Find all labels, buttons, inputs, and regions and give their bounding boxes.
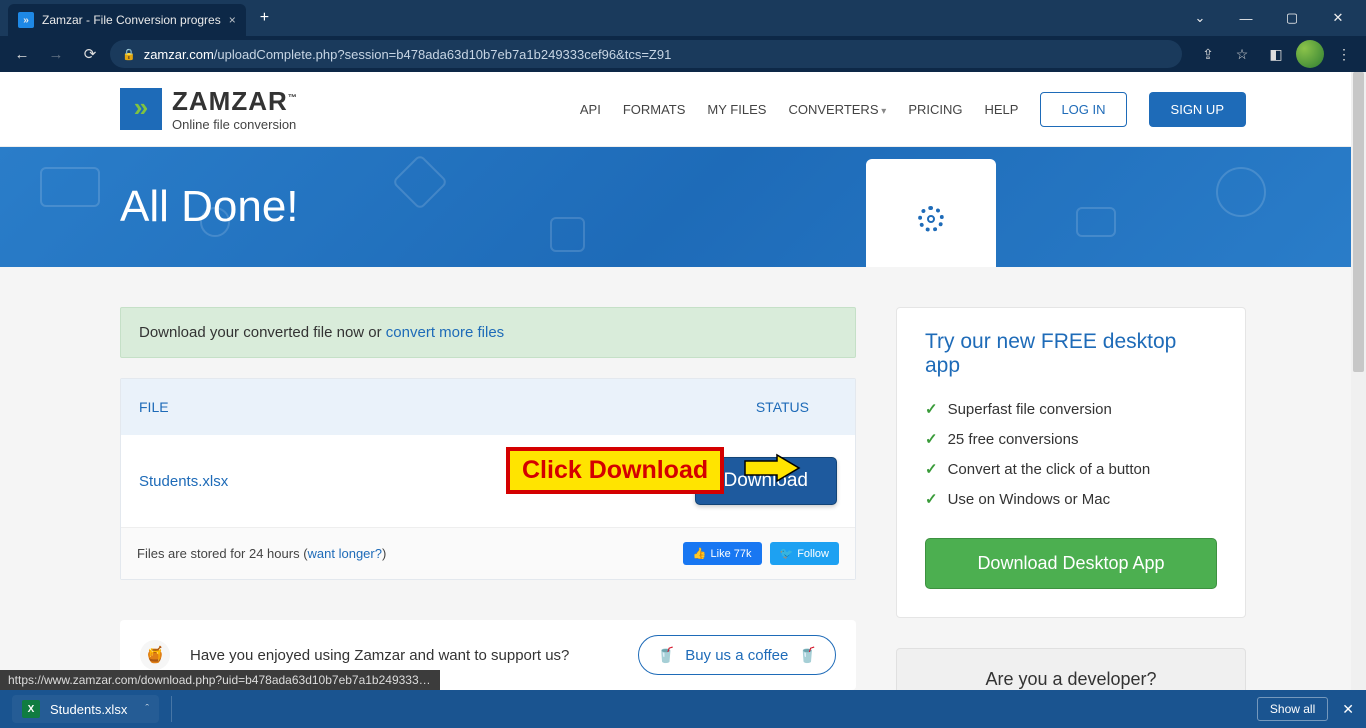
nav-myfiles[interactable]: MY FILES <box>707 102 766 117</box>
annotation-arrow-icon <box>743 453 801 483</box>
alert-link[interactable]: convert more files <box>386 324 504 341</box>
url-path: /uploadComplete.php?session=b478ada63d10… <box>214 47 672 62</box>
nav-formats[interactable]: FORMATS <box>623 102 686 117</box>
file-table: FILE STATUS Students.xlsx Download Click… <box>120 378 856 580</box>
nav-pricing[interactable]: PRICING <box>908 102 962 117</box>
gear-icon <box>918 206 944 232</box>
buy-coffee-button[interactable]: 🥤 Buy us a coffee 🥤 <box>638 635 837 675</box>
feature-item: Superfast file conversion <box>925 394 1217 424</box>
url-host: zamzar.com <box>144 47 214 62</box>
reload-button[interactable]: ⟳ <box>76 40 104 68</box>
url-field[interactable]: 🔒 zamzar.com/uploadComplete.php?session=… <box>110 40 1182 68</box>
hero-banner: All Done! <box>0 147 1366 267</box>
coffee-icon-left: 🥤 <box>657 646 676 664</box>
tab-close-icon[interactable]: × <box>229 13 236 27</box>
footer-link[interactable]: want longer? <box>308 546 382 561</box>
browser-addressbar: ← → ⟳ 🔒 zamzar.com/uploadComplete.php?se… <box>0 36 1366 72</box>
logo-mark-icon <box>120 88 162 130</box>
download-shelf: X Students.xlsx ˆ Show all ✕ <box>0 690 1366 728</box>
table-row: Students.xlsx Download Click Download <box>121 435 855 527</box>
site-header: ZAMZAR™ Online file conversion API FORMA… <box>0 72 1366 147</box>
scroll-thumb[interactable] <box>1353 72 1364 372</box>
footer-text: Files are stored for 24 hours ( <box>137 546 308 561</box>
alert-text: Download your converted file now or <box>139 324 386 341</box>
fb-like-button[interactable]: 👍 Like 77k <box>683 542 762 565</box>
desktop-app-card: Try our new FREE desktop app Superfast f… <box>896 307 1246 618</box>
tw-follow-button[interactable]: 🐦 Follow <box>770 542 840 565</box>
logo-tagline: Online file conversion <box>172 118 298 131</box>
file-name-link[interactable]: Students.xlsx <box>139 473 228 490</box>
support-icon: 🍯 <box>140 640 170 670</box>
hero-title: All Done! <box>120 182 299 232</box>
minimize-icon[interactable]: — <box>1226 4 1266 32</box>
logo-brand: ZAMZAR <box>172 86 288 116</box>
menu-icon[interactable]: ⋮ <box>1330 40 1358 68</box>
nav-api[interactable]: API <box>580 102 601 117</box>
col-status: STATUS <box>756 399 837 415</box>
signup-button[interactable]: SIGN UP <box>1149 92 1246 127</box>
xlsx-icon: X <box>22 700 40 718</box>
nav-converters[interactable]: CONVERTERS <box>788 102 886 117</box>
forward-button[interactable]: → <box>42 40 70 68</box>
status-link-preview: https://www.zamzar.com/download.php?uid=… <box>0 670 440 690</box>
download-desktop-button[interactable]: Download Desktop App <box>925 538 1217 589</box>
tab-title: Zamzar - File Conversion progres <box>42 13 221 27</box>
support-text: Have you enjoyed using Zamzar and want t… <box>190 647 569 664</box>
profile-avatar[interactable] <box>1296 40 1324 68</box>
shelf-close-icon[interactable]: ✕ <box>1342 701 1354 718</box>
maximize-icon[interactable]: ▢ <box>1272 4 1312 32</box>
tab-favicon: » <box>18 12 34 28</box>
back-button[interactable]: ← <box>8 40 36 68</box>
success-alert: Download your converted file now or conv… <box>120 307 856 358</box>
chevron-up-icon[interactable]: ˆ <box>145 703 149 715</box>
download-item[interactable]: X Students.xlsx ˆ <box>12 695 159 723</box>
nav-help[interactable]: HELP <box>984 102 1018 117</box>
chevron-down-icon[interactable]: ⌄ <box>1180 4 1220 32</box>
developer-card-title: Are you a developer? <box>985 669 1156 689</box>
feature-item: Convert at the click of a button <box>925 454 1217 484</box>
logo-tm: ™ <box>288 92 298 102</box>
download-file-name: Students.xlsx <box>50 702 127 717</box>
new-tab-button[interactable]: + <box>260 9 269 27</box>
lock-icon: 🔒 <box>122 48 136 61</box>
site-logo[interactable]: ZAMZAR™ Online file conversion <box>120 88 298 131</box>
window-close-icon[interactable]: ✕ <box>1318 4 1358 32</box>
scrollbar[interactable] <box>1351 72 1366 690</box>
desktop-app-title: Try our new FREE desktop app <box>925 330 1217 378</box>
show-all-button[interactable]: Show all <box>1257 697 1328 721</box>
login-button[interactable]: LOG IN <box>1040 92 1126 127</box>
footer-close: ) <box>382 546 386 561</box>
hero-file-icon <box>866 159 996 267</box>
browser-titlebar: » Zamzar - File Conversion progres × + ⌄… <box>0 0 1366 36</box>
feature-item: 25 free conversions <box>925 424 1217 454</box>
panel-icon[interactable]: ◧ <box>1262 40 1290 68</box>
col-file: FILE <box>139 399 169 415</box>
share-icon[interactable]: ⇪ <box>1194 40 1222 68</box>
coffee-icon-right: 🥤 <box>798 646 817 664</box>
annotation-label: Click Download <box>506 447 724 494</box>
bookmark-icon[interactable]: ☆ <box>1228 40 1256 68</box>
feature-item: Use on Windows or Mac <box>925 484 1217 514</box>
browser-tab[interactable]: » Zamzar - File Conversion progres × <box>8 4 246 36</box>
